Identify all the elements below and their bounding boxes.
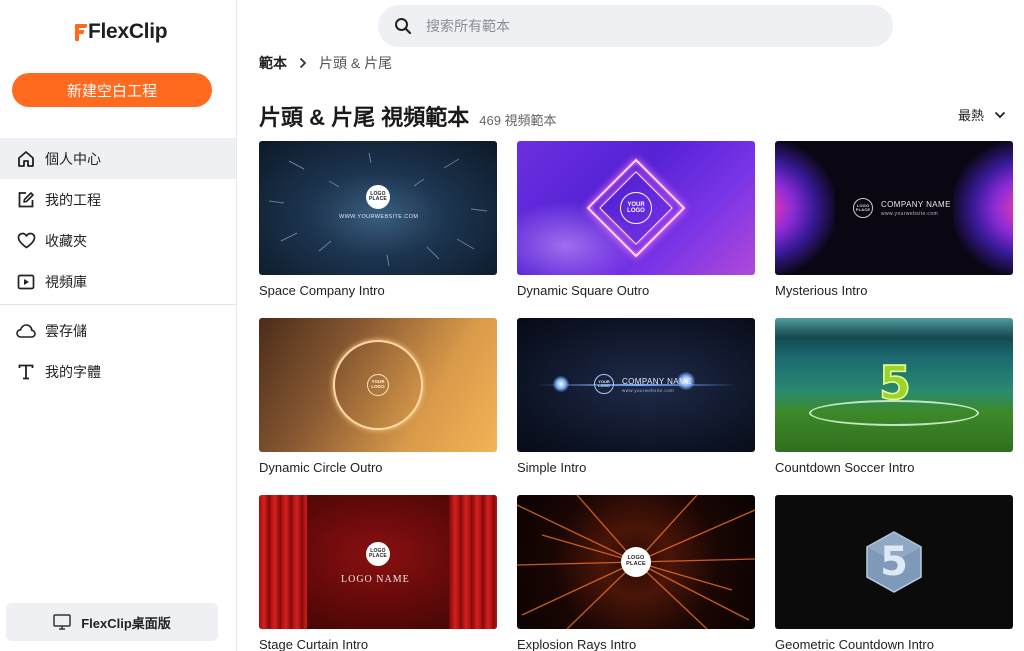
logo-placeholder-text: LOGO PLACE (626, 555, 646, 567)
template-card[interactable]: YOUR LOGO COMPANY NAME www.yourwebsite.c… (517, 318, 755, 475)
curtain-right-graphic (449, 495, 497, 629)
template-thumbnail[interactable]: YOUR LOGO COMPANY NAME www.yourwebsite.c… (517, 318, 755, 452)
logo-name-caption: LOGO NAME (341, 574, 410, 585)
template-title[interactable]: Stage Curtain Intro (259, 637, 497, 651)
breadcrumb-current: 片頭 & 片尾 (319, 55, 393, 71)
template-thumbnail[interactable]: LOGO PLACE LOGO NAME (259, 495, 497, 629)
sidebar-item-label: 我的字體 (45, 363, 101, 380)
chevron-right-icon (299, 57, 307, 69)
sidebar-divider (0, 304, 236, 305)
countdown-number: 5 (880, 539, 908, 585)
lens-flare-left (553, 376, 569, 392)
sidebar-nav-secondary: 雲存儲 我的字體 (0, 310, 236, 392)
curtain-left-graphic (259, 495, 307, 629)
website-caption: www.yourwebsite.com (622, 388, 675, 393)
template-title[interactable]: Mysterious Intro (775, 283, 1013, 298)
search-icon[interactable] (394, 17, 412, 35)
desktop-app-button[interactable]: FlexClip桌面版 (6, 603, 218, 641)
website-caption: WWW.YOURWEBSITE.COM (339, 214, 419, 220)
brand-name: FlexClip (88, 20, 168, 43)
logo-placeholder-text: LOGO PLACE (369, 547, 387, 559)
template-thumbnail[interactable]: YOUR LOGO (259, 318, 497, 452)
logo-placeholder: YOUR LOGO (594, 374, 614, 394)
template-title[interactable]: Countdown Soccer Intro (775, 460, 1013, 475)
sidebar-item-cloud-storage[interactable]: 雲存儲 (0, 310, 236, 351)
template-title[interactable]: Geometric Countdown Intro (775, 637, 1013, 651)
template-count: 469 視頻範本 (479, 113, 557, 128)
company-name-caption: COMPANY NAME (881, 200, 951, 209)
page-title: 片頭 & 片尾 視頻範本 (259, 105, 470, 130)
template-title[interactable]: Space Company Intro (259, 283, 497, 298)
logo-placeholder-text: LOGO PLACE (855, 202, 871, 212)
sidebar-item-label: 視頻庫 (45, 273, 87, 290)
home-icon (16, 149, 36, 169)
stadium-lights-graphic (775, 318, 1013, 338)
logo-placeholder: YOUR LOGO (620, 192, 652, 224)
website-caption: www.yourwebsite.com (881, 211, 939, 217)
template-card[interactable]: LOGO PLACE LOGO NAME Stage Curtain Intro (259, 495, 497, 651)
flexclip-logo-mark (74, 23, 88, 41)
breadcrumb-templates-link[interactable]: 範本 (259, 53, 287, 73)
chevron-down-icon (994, 111, 1006, 119)
cloud-icon (16, 321, 36, 341)
sort-dropdown[interactable]: 最熱 (958, 105, 1006, 124)
template-thumbnail[interactable]: 5 (775, 495, 1013, 629)
sidebar-item-label: 雲存儲 (45, 322, 87, 339)
logo-placeholder: YOUR LOGO (367, 374, 389, 396)
sidebar-item-video-library[interactable]: 視頻庫 (0, 261, 236, 302)
template-title[interactable]: Dynamic Circle Outro (259, 460, 497, 475)
countdown-number: 5 (878, 355, 912, 411)
search-input[interactable] (426, 18, 846, 34)
logo-placeholder-text: YOUR LOGO (627, 201, 645, 214)
logo-placeholder: LOGO PLACE (366, 185, 390, 209)
logo-placeholder: LOGO PLACE (853, 198, 873, 218)
template-card[interactable]: 5 Countdown Soccer Intro (775, 318, 1013, 475)
nebula-right-graphic (953, 141, 1013, 275)
logo-placeholder-text: YOUR LOGO (598, 378, 610, 388)
page-header: 片頭 & 片尾 視頻範本 469 視頻範本 (259, 100, 557, 132)
template-card[interactable]: LOGO PLACE Explosion Rays Intro (517, 495, 755, 651)
sidebar-nav: 個人中心 我的工程 收藏夾 視頻庫 (0, 138, 236, 302)
sidebar-item-my-fonts[interactable]: 我的字體 (0, 351, 236, 392)
template-thumbnail[interactable]: LOGO PLACE WWW.YOURWEBSITE.COM (259, 141, 497, 275)
template-thumbnail[interactable]: LOGO PLACE (517, 495, 755, 629)
heart-icon (16, 231, 36, 251)
video-library-icon (16, 272, 36, 292)
monitor-icon (53, 614, 71, 630)
template-title[interactable]: Dynamic Square Outro (517, 283, 755, 298)
sidebar: FlexClip 新建空白工程 個人中心 我的工程 收藏夾 視頻庫 雲存儲 我的… (0, 0, 237, 651)
template-card[interactable]: 5 Geometric Countdown Intro (775, 495, 1013, 651)
sidebar-item-personal-center[interactable]: 個人中心 (0, 138, 236, 179)
template-title[interactable]: Simple Intro (517, 460, 755, 475)
sidebar-item-label: 我的工程 (45, 191, 101, 208)
template-thumbnail[interactable]: LOGO PLACE COMPANY NAME www.yourwebsite.… (775, 141, 1013, 275)
font-icon (16, 362, 36, 382)
sort-label: 最熱 (958, 108, 985, 123)
search-bar (378, 5, 893, 47)
template-title[interactable]: Explosion Rays Intro (517, 637, 755, 651)
company-name-caption: COMPANY NAME (622, 377, 692, 386)
desktop-app-label: FlexClip桌面版 (81, 615, 171, 631)
flexclip-logo[interactable]: FlexClip (74, 19, 168, 45)
logo-placeholder: LOGO PLACE (366, 542, 390, 566)
template-thumbnail[interactable]: 5 (775, 318, 1013, 452)
sidebar-item-label: 個人中心 (45, 150, 101, 167)
edit-icon (16, 190, 36, 210)
new-blank-project-button[interactable]: 新建空白工程 (12, 73, 212, 107)
breadcrumb: 範本 片頭 & 片尾 (259, 54, 392, 72)
template-card[interactable]: LOGO PLACE WWW.YOURWEBSITE.COM Space Com… (259, 141, 497, 298)
template-card[interactable]: YOUR LOGO Dynamic Square Outro (517, 141, 755, 298)
nebula-left-graphic (775, 141, 835, 275)
sidebar-item-my-projects[interactable]: 我的工程 (0, 179, 236, 220)
sidebar-item-label: 收藏夾 (45, 232, 87, 249)
sidebar-item-favorites[interactable]: 收藏夾 (0, 220, 236, 261)
logo-placeholder: LOGO PLACE (621, 547, 651, 577)
template-card[interactable]: YOUR LOGO Dynamic Circle Outro (259, 318, 497, 475)
template-thumbnail[interactable]: YOUR LOGO (517, 141, 755, 275)
template-card[interactable]: LOGO PLACE COMPANY NAME www.yourwebsite.… (775, 141, 1013, 298)
logo-placeholder-text: YOUR LOGO (371, 379, 385, 389)
logo-placeholder-text: LOGO PLACE (369, 190, 387, 202)
